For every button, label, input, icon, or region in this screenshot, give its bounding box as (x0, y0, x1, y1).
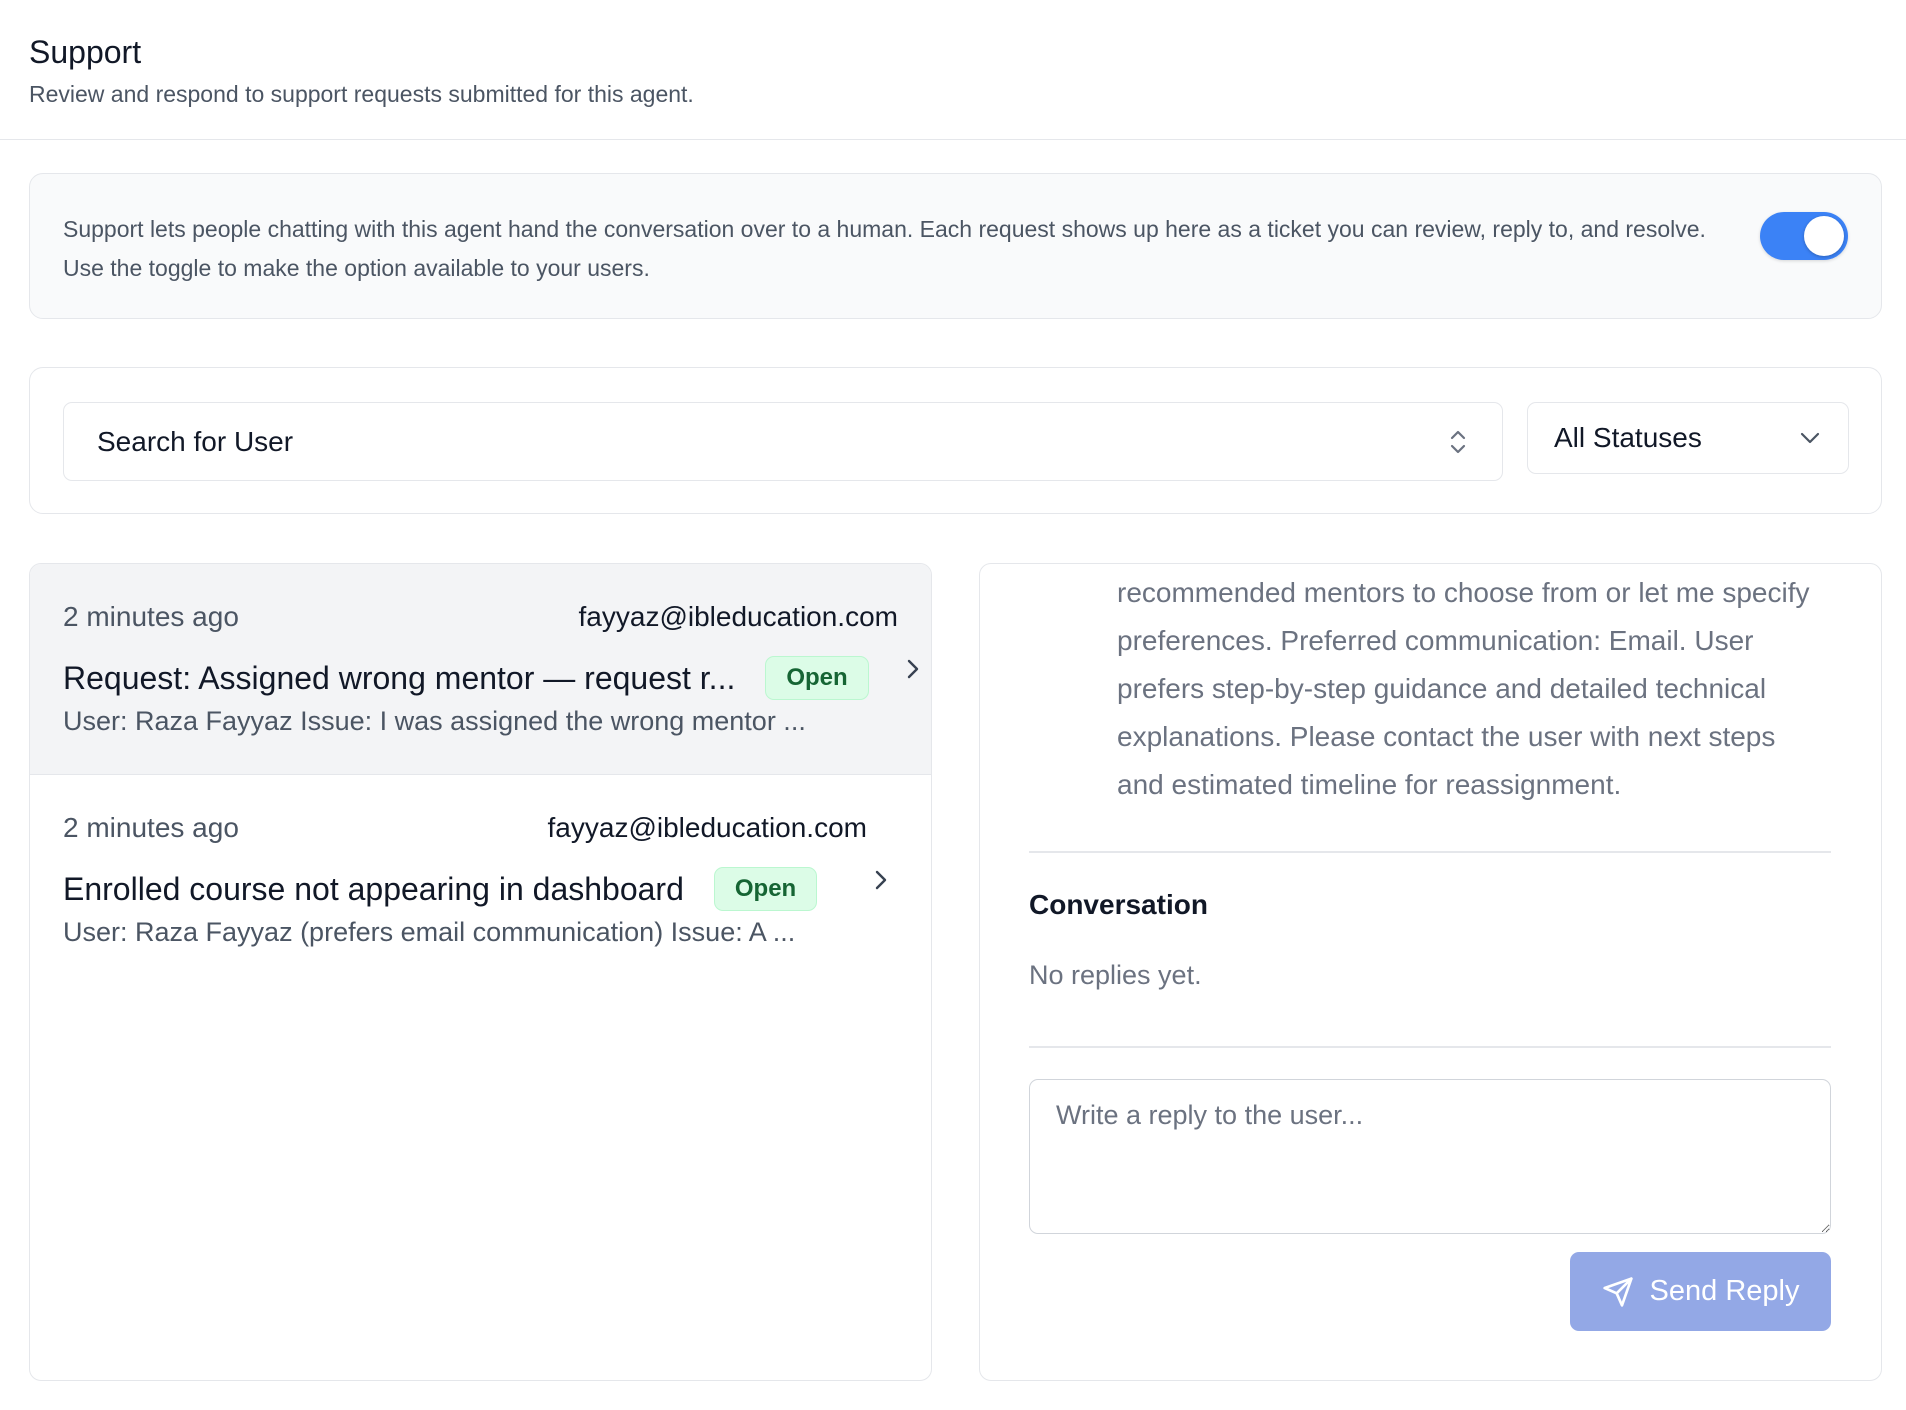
divider (1029, 1046, 1831, 1048)
toggle-knob (1804, 216, 1844, 256)
ticket-title: Request: Assigned wrong mentor — request… (63, 659, 736, 696)
support-info-text: Support lets people chatting with this a… (63, 216, 1706, 281)
conversation-empty-state: No replies yet. (1029, 960, 1202, 990)
search-label: Search for User (97, 425, 294, 457)
ticket-preview: User: Raza Fayyaz Issue: I was assigned … (63, 706, 806, 736)
chevron-right-icon (907, 659, 919, 679)
chevron-up-down-icon (1450, 430, 1466, 453)
ticket-detail-body: recommended mentors to choose from or le… (1117, 577, 1810, 800)
ticket-item[interactable]: 2 minutes ago fayyaz@ibleducation.com En… (30, 775, 931, 986)
page-title: Support (29, 34, 142, 70)
page-header: Support Review and respond to support re… (0, 0, 1906, 140)
send-reply-label: Send Reply (1649, 1275, 1800, 1307)
filter-bar: Search for User All Statuses (29, 367, 1882, 514)
ticket-list: 2 minutes ago fayyaz@ibleducation.com Re… (29, 563, 932, 1381)
ticket-detail: recommended mentors to choose from or le… (979, 563, 1882, 1381)
support-info-card: Support lets people chatting with this a… (29, 173, 1882, 319)
ticket-time: 2 minutes ago (63, 601, 239, 632)
chevron-right-icon (875, 870, 887, 890)
ticket-email: fayyaz@ibleducation.com (547, 812, 867, 843)
send-reply-button[interactable]: Send Reply (1570, 1252, 1831, 1331)
reply-textarea[interactable] (1029, 1079, 1831, 1234)
divider (1029, 851, 1831, 853)
chevron-down-icon (1800, 432, 1820, 444)
status-badge: Open (765, 656, 869, 700)
status-filter-value: All Statuses (1554, 422, 1702, 453)
ticket-email: fayyaz@ibleducation.com (578, 601, 898, 632)
ticket-preview: User: Raza Fayyaz (prefers email communi… (63, 917, 796, 947)
page-subtitle: Review and respond to support requests s… (29, 81, 694, 107)
ticket-title: Enrolled course not appearing in dashboa… (63, 870, 684, 907)
send-icon (1602, 1276, 1633, 1307)
status-badge: Open (713, 867, 818, 911)
status-filter-select[interactable]: All Statuses (1527, 402, 1849, 474)
ticket-item[interactable]: 2 minutes ago fayyaz@ibleducation.com Re… (30, 564, 931, 775)
support-enabled-toggle[interactable] (1760, 212, 1848, 260)
user-search-combobox[interactable]: Search for User (63, 402, 1503, 481)
ticket-time: 2 minutes ago (63, 812, 239, 843)
conversation-heading: Conversation (1029, 889, 1208, 920)
